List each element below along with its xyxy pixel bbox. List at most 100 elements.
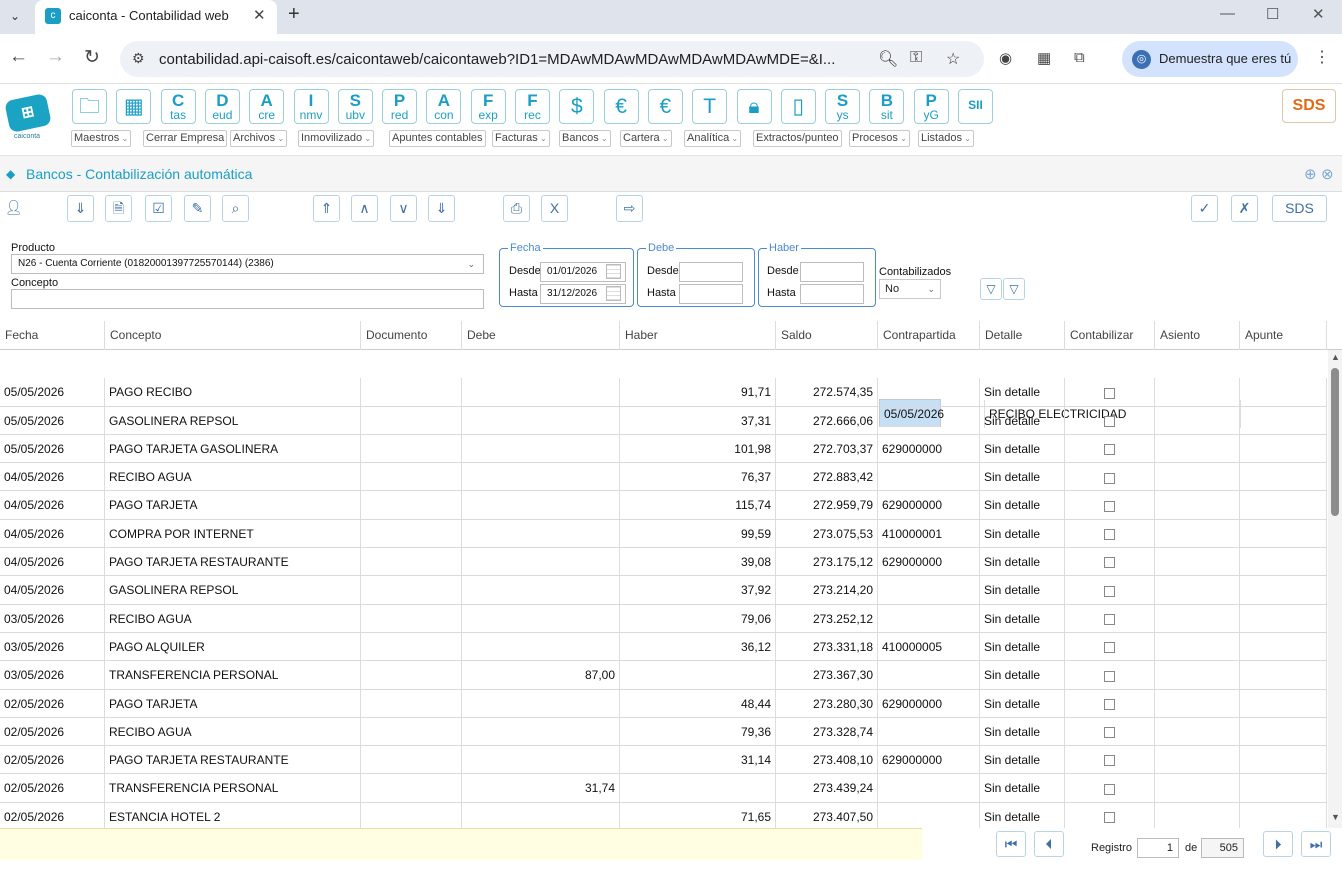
extensions-puzzle-icon[interactable]: ⧉ [1074, 49, 1085, 66]
cancel-icon[interactable]: ✗ [1231, 195, 1258, 222]
close-tab-icon[interactable]: ✕ [253, 6, 266, 24]
haber-desde-input[interactable] [800, 262, 864, 282]
document-check-icon[interactable]: ☑ [145, 195, 172, 222]
column-header-documento[interactable]: Documento [361, 321, 462, 350]
contabilizar-checkbox[interactable] [1104, 387, 1115, 399]
contabilizar-checkbox[interactable] [1104, 557, 1115, 569]
table-row[interactable]: 04/05/2026 PAGO TARJETA RESTAURANTE 39,08 2… [0, 548, 1327, 577]
acre-button[interactable]: Acre [249, 89, 285, 124]
menu-anal-tica[interactable]: Analítica ⌄ [684, 130, 742, 147]
previous-page-icon[interactable]: ⏴ [1034, 831, 1064, 857]
print-icon[interactable]: ⎙ [503, 195, 530, 222]
menu-apuntes-contables[interactable]: Apuntes contables [389, 130, 486, 147]
haber-hasta-input[interactable] [800, 284, 864, 304]
tab-search-icon[interactable]: ⌄ [4, 5, 26, 27]
table-row[interactable]: 05/05/2026 GASOLINERA REPSOL 37,31 272.666,… [0, 406, 1327, 435]
menu-bancos[interactable]: Bancos ⌄ [559, 130, 611, 147]
sys-button[interactable]: Sys [825, 89, 861, 124]
export-arrow-icon[interactable]: ⇨ [616, 195, 643, 222]
calendar-desde-icon[interactable] [606, 264, 621, 279]
inmv-button[interactable]: Inmv [293, 89, 329, 124]
blank-page-icon[interactable]: ▯ [780, 89, 816, 124]
scroll-down-icon[interactable]: ▼ [1331, 812, 1340, 822]
column-header-apunte[interactable]: Apunte [1240, 321, 1327, 350]
maximize-icon[interactable]: ☐ [1266, 5, 1279, 23]
extension-globe-icon[interactable]: ◉ [999, 49, 1012, 67]
forward-icon[interactable]: → [46, 46, 65, 68]
close-panel-icon[interactable]: ⊗ [1321, 165, 1334, 183]
scroll-up-icon[interactable]: ▲ [1331, 352, 1340, 362]
table-row[interactable]: 02/05/2026 ESTANCIA HOTEL 2 71,65 273.407,5… [0, 802, 1327, 828]
contabilizar-checkbox[interactable] [1104, 755, 1115, 767]
menu-archivos[interactable]: Archivos ⌄ [230, 130, 288, 147]
first-page-icon[interactable]: ⏮ [996, 831, 1026, 857]
new-tab-icon[interactable]: + [288, 3, 300, 26]
reload-icon[interactable]: ↻ [84, 46, 100, 69]
contabilizar-checkbox[interactable] [1104, 783, 1115, 795]
contabilizar-checkbox[interactable] [1104, 472, 1115, 484]
concepto-input[interactable] [11, 289, 484, 309]
column-header-detalle[interactable]: Detalle [980, 321, 1065, 350]
column-header-fecha[interactable]: Fecha [0, 321, 105, 350]
accept-icon[interactable]: ✓ [1191, 195, 1218, 222]
previous-row-icon[interactable]: ∧ [351, 195, 378, 222]
column-header-contabilizar[interactable]: Contabilizar [1065, 321, 1155, 350]
table-row[interactable]: 03/05/2026 PAGO ALQUILER 36,12 273.331,18 41… [0, 632, 1327, 662]
t-account-icon[interactable]: T [692, 89, 728, 124]
filter-icon[interactable]: ▽ [980, 278, 1002, 300]
clear-filter-icon[interactable]: ▽ [1003, 278, 1025, 300]
excel-export-icon[interactable]: X [541, 195, 568, 222]
acon-button[interactable]: Acon [426, 89, 462, 124]
calendar-icon[interactable]: ▦ [116, 89, 152, 124]
ctas-button[interactable]: Ctas [160, 89, 196, 124]
sds-brand-button[interactable]: SDS [1282, 89, 1336, 123]
menu-extractos-punteo[interactable]: Extractos/punteo [753, 130, 842, 147]
column-header-concepto[interactable]: Concepto [105, 321, 361, 350]
contabilizar-checkbox[interactable] [1104, 614, 1115, 625]
sds-user-icon[interactable]: SDS [1272, 195, 1327, 222]
document-search-icon[interactable]: 🗎 [105, 195, 132, 222]
menu-cartera[interactable]: Cartera ⌄ [620, 130, 672, 147]
menu-procesos[interactable]: Procesos ⌄ [849, 130, 910, 147]
registro-input[interactable]: 1 [1137, 838, 1179, 858]
sii-button[interactable]: SII [958, 89, 993, 124]
pyg-button[interactable]: PyG [913, 89, 949, 124]
table-row[interactable]: 04/05/2026 GASOLINERA REPSOL 37,92 273.214,… [0, 576, 1327, 605]
menu-maestros[interactable]: Maestros ⌄ [71, 130, 132, 147]
address-bar[interactable]: ⚙ contabilidad.api-caisoft.es/caicontawe… [120, 41, 984, 77]
calendar-hasta-icon[interactable] [606, 286, 621, 301]
site-info-icon[interactable]: ⚙ [132, 50, 145, 67]
contabilizar-checkbox[interactable] [1104, 500, 1115, 512]
euro-p-icon[interactable]: € [647, 89, 683, 124]
column-header-haber[interactable]: Haber [620, 321, 776, 350]
browser-menu-icon[interactable]: ⋮ [1314, 47, 1330, 67]
subv-button[interactable]: Subv [337, 89, 373, 124]
frec-button[interactable]: Frec [515, 89, 550, 124]
contabilizar-checkbox[interactable] [1104, 698, 1115, 710]
contabilizar-checkbox[interactable] [1104, 727, 1115, 739]
back-icon[interactable]: ← [9, 46, 28, 68]
contabilizar-checkbox[interactable] [1104, 444, 1115, 456]
column-header-asiento[interactable]: Asiento [1155, 321, 1240, 350]
table-row[interactable]: 04/05/2026 COMPRA POR INTERNET 99,59 273.07… [0, 519, 1327, 549]
add-user-icon[interactable]: 👤︎ [0, 195, 27, 222]
last-row-icon[interactable]: ⇓ [428, 195, 455, 222]
contabilizados-select[interactable]: No ⌄ [879, 279, 941, 299]
vertical-scrollbar[interactable]: ▲ ▼ [1328, 350, 1342, 828]
debe-hasta-input[interactable] [679, 284, 743, 304]
search-icon[interactable]: ⌕ [222, 195, 249, 222]
first-row-icon[interactable]: ⇑ [313, 195, 340, 222]
lock-icon[interactable]: 🔒︎ [736, 89, 772, 124]
key-icon[interactable]: ⚿ [910, 49, 922, 67]
deud-button[interactable]: Deud [204, 89, 240, 124]
table-row[interactable]: 02/05/2026 PAGO TARJETA RESTAURANTE 31,14 2… [0, 746, 1327, 775]
bookmark-star-icon[interactable]: ☆ [946, 49, 960, 69]
debe-desde-input[interactable] [679, 262, 743, 282]
menu-listados[interactable]: Listados ⌄ [918, 130, 974, 147]
contabilizar-checkbox[interactable] [1104, 670, 1115, 682]
qr-code-icon[interactable]: ▦ [1037, 49, 1051, 67]
euro-c-icon[interactable]: € [603, 89, 639, 124]
column-header-contrapartida[interactable]: Contrapartida [878, 321, 980, 350]
pred-button[interactable]: Pred [382, 89, 418, 124]
close-window-icon[interactable]: ✕ [1312, 5, 1325, 23]
